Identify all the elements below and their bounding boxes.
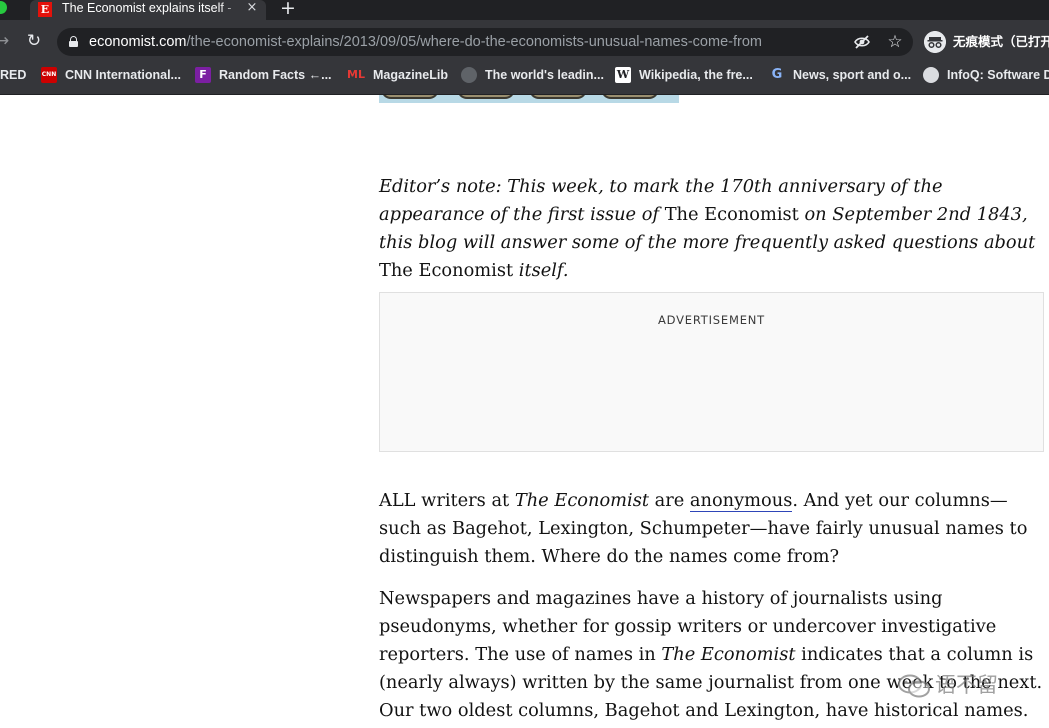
bookmark-cnn[interactable]: CNN International... <box>65 62 181 90</box>
url-text[interactable]: economist.com/the-economist-explains/201… <box>89 28 762 56</box>
bookmark-star-icon[interactable]: ☆ <box>885 30 905 54</box>
url-domain: economist.com <box>89 34 187 50</box>
article-hero-image <box>379 95 679 103</box>
forward-arrow-icon[interactable]: → <box>0 31 11 51</box>
bookmark-random-facts[interactable]: Random Facts ←... <box>219 62 332 90</box>
anonymous-link[interactable]: anonymous <box>689 490 793 512</box>
f-icon: F <box>195 67 211 83</box>
address-bar[interactable]: economist.com/the-economist-explains/201… <box>57 28 913 56</box>
tab-economist[interactable]: E The Economist explains itself - × <box>30 0 266 20</box>
article-paragraph: Newspapers and magazines have a history … <box>379 588 1043 721</box>
browser-toolbar: → ↻ economist.com/the-economist-explains… <box>0 20 1049 62</box>
wechat-watermark: 语不留 <box>897 669 1037 701</box>
globe-icon <box>923 67 939 83</box>
bookmark-label: Random Facts ←... <box>219 68 332 82</box>
editors-note: Editor’s note: This week, to mark the 17… <box>379 176 1036 281</box>
bookmark-news-sport[interactable]: News, sport and o... <box>793 62 911 90</box>
watermark-text: 语不留 <box>935 673 998 697</box>
lock-icon[interactable] <box>69 36 78 47</box>
g-icon: G <box>771 67 783 82</box>
wikipedia-icon: W <box>615 67 631 83</box>
bookmark-label: RED <box>0 68 27 82</box>
bookmark-label: The world's leadin... <box>485 68 604 82</box>
cnn-icon: CNN <box>41 67 57 83</box>
bookmark-label: CNN International... <box>65 68 181 82</box>
bookmark-wikipedia[interactable]: Wikipedia, the fre... <box>639 62 753 90</box>
economist-favicon-icon: E <box>38 2 52 17</box>
window-maximize-button[interactable] <box>0 1 7 14</box>
bookmark-label: Wikipedia, the fre... <box>639 68 753 82</box>
tab-title: The Economist explains itself - <box>62 1 232 15</box>
tab-title-fade <box>220 0 242 20</box>
bookmark-label: MagazineLib <box>373 68 449 82</box>
bookmark-magazinelib[interactable]: MagazineLib <box>373 62 448 90</box>
reload-icon[interactable]: ↻ <box>24 31 44 51</box>
wechat-logo-icon <box>898 674 930 698</box>
bookmarks-bar: RED CNN CNN International... F Random Fa… <box>0 62 1049 95</box>
incognito-icon[interactable] <box>924 31 946 53</box>
new-tab-button[interactable]: + <box>278 0 298 18</box>
bookmark-label: InfoQ: Software D... <box>947 68 1049 82</box>
bookmark-infoq[interactable]: InfoQ: Software D... <box>947 62 1049 90</box>
url-path: /the-economist-explains/2013/09/05/where… <box>186 34 762 50</box>
bookmark-github[interactable]: The world's leadin... <box>485 62 604 90</box>
advertisement-slot[interactable]: ADVERTISEMENT <box>379 292 1044 452</box>
bookmark-label: News, sport and o... <box>793 68 912 82</box>
incognito-label[interactable]: 无痕模式（已打开 <box>953 32 1049 52</box>
tab-strip: E The Economist explains itself - × + <box>0 0 1049 20</box>
ml-icon: ML <box>347 68 365 81</box>
eye-off-icon[interactable] <box>854 34 870 50</box>
tab-close-icon[interactable]: × <box>243 0 261 18</box>
article-paragraph: ALL writers at The Economist are anonymo… <box>379 490 1028 567</box>
github-icon <box>461 67 477 83</box>
advertisement-label: ADVERTISEMENT <box>657 313 765 327</box>
bookmark-red[interactable]: RED <box>0 62 26 90</box>
